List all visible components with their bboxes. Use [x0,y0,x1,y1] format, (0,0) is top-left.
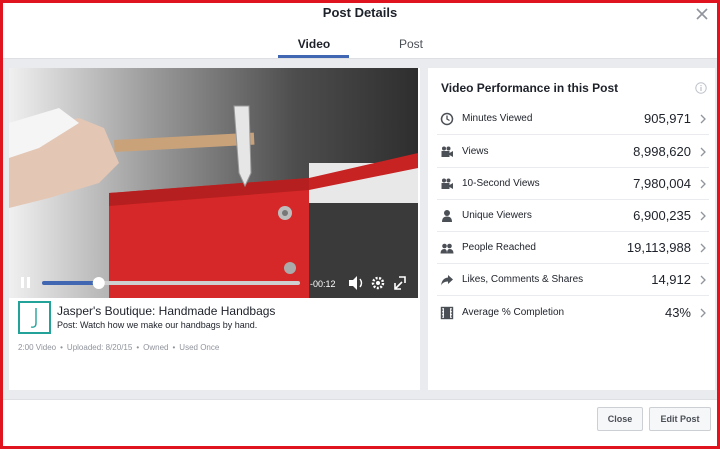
metric-value: 6,900,235 [633,208,691,223]
dialog-body: -00:12 Jasper's Boutique: Handmade Handb… [3,59,717,399]
metric-row-people-reached[interactable]: People Reached 19,113,988 [437,232,709,264]
metric-value: 8,998,620 [633,144,691,159]
progress-fill [42,281,99,285]
edit-post-button[interactable]: Edit Post [649,407,711,431]
metric-label: Average % Completion [462,307,565,318]
close-button[interactable]: Close [597,407,643,431]
info-icon[interactable] [695,82,707,94]
chevron-right-icon [700,179,706,189]
metric-row-minutes-viewed[interactable]: Minutes Viewed 905,971 [437,103,709,135]
metric-label: Minutes Viewed [462,113,533,124]
metric-label: Views [462,146,489,157]
metric-row-10-second-views[interactable]: 10-Second Views 7,980,004 [437,168,709,200]
video-panel: -00:12 Jasper's Boutique: Handmade Handb… [9,68,420,390]
close-icon[interactable] [695,7,709,21]
post-description: Post: Watch how we make our handbags by … [57,320,258,330]
page-avatar[interactable] [18,301,51,334]
post-info: Jasper's Boutique: Handmade Handbags Pos… [9,301,418,389]
boutique-logo-icon [30,308,37,328]
dialog-title: Post Details [322,5,398,20]
share-arrow-icon [441,275,453,286]
metric-label: 10-Second Views [462,178,540,189]
volume-icon[interactable] [349,276,363,290]
metric-value: 905,971 [644,111,691,126]
post-title[interactable]: Jasper's Boutique: Handmade Handbags [57,304,275,318]
person-icon [442,210,452,222]
performance-title: Video Performance in this Post [441,81,619,95]
ownership-status: Owned [143,343,169,352]
tab-post[interactable]: Post [376,35,446,59]
people-icon [440,243,454,254]
video-controls: -00:12 [9,269,418,297]
metric-value: 43% [664,305,691,320]
tab-bar: Video Post [3,29,717,59]
video-camera-icon [441,146,453,157]
video-player[interactable]: -00:12 [9,68,418,298]
fullscreen-icon[interactable] [394,276,406,290]
post-meta: 2:00 Video • Uploaded: 8/20/15 • Owned • Used … [18,343,220,352]
metric-label: People Reached [462,242,536,253]
post-details-dialog: Post Details Video Post -00:12 Jasper's … [0,0,720,449]
chevron-right-icon [700,275,706,285]
video-frame-image [9,68,418,298]
chevron-right-icon [700,147,706,157]
metric-row-unique-viewers[interactable]: Unique Viewers 6,900,235 [437,200,709,232]
performance-panel: Video Performance in this Post Minutes V… [428,68,715,390]
metric-value: 7,980,004 [633,176,691,191]
metric-value: 14,912 [651,272,691,287]
dialog-footer: Close Edit Post [3,399,717,446]
dialog-header: Post Details [3,3,717,27]
chevron-right-icon [700,243,706,253]
active-tab-indicator [278,55,349,58]
usage-count: Used Once [179,343,220,352]
film-icon [440,306,454,320]
video-camera-icon [441,178,453,189]
chevron-right-icon [700,211,706,221]
gear-icon[interactable] [371,276,385,290]
metric-row-engagement[interactable]: Likes, Comments & Shares 14,912 [437,264,709,296]
metric-value: 19,113,988 [626,240,691,255]
upload-date: Uploaded: 8/20/15 [66,343,133,352]
chevron-right-icon [700,308,706,318]
video-length: 2:00 Video [18,343,57,352]
progress-handle[interactable] [92,277,105,289]
metric-label: Likes, Comments & Shares [462,274,584,285]
metric-row-average-completion[interactable]: Average % Completion 43% [437,297,709,329]
metric-row-views[interactable]: Views 8,998,620 [437,136,709,168]
metric-label: Unique Viewers [462,210,532,221]
chevron-right-icon [700,114,706,124]
time-remaining: -00:12 [310,279,336,289]
pause-icon[interactable] [21,277,30,288]
clock-icon [440,112,454,126]
